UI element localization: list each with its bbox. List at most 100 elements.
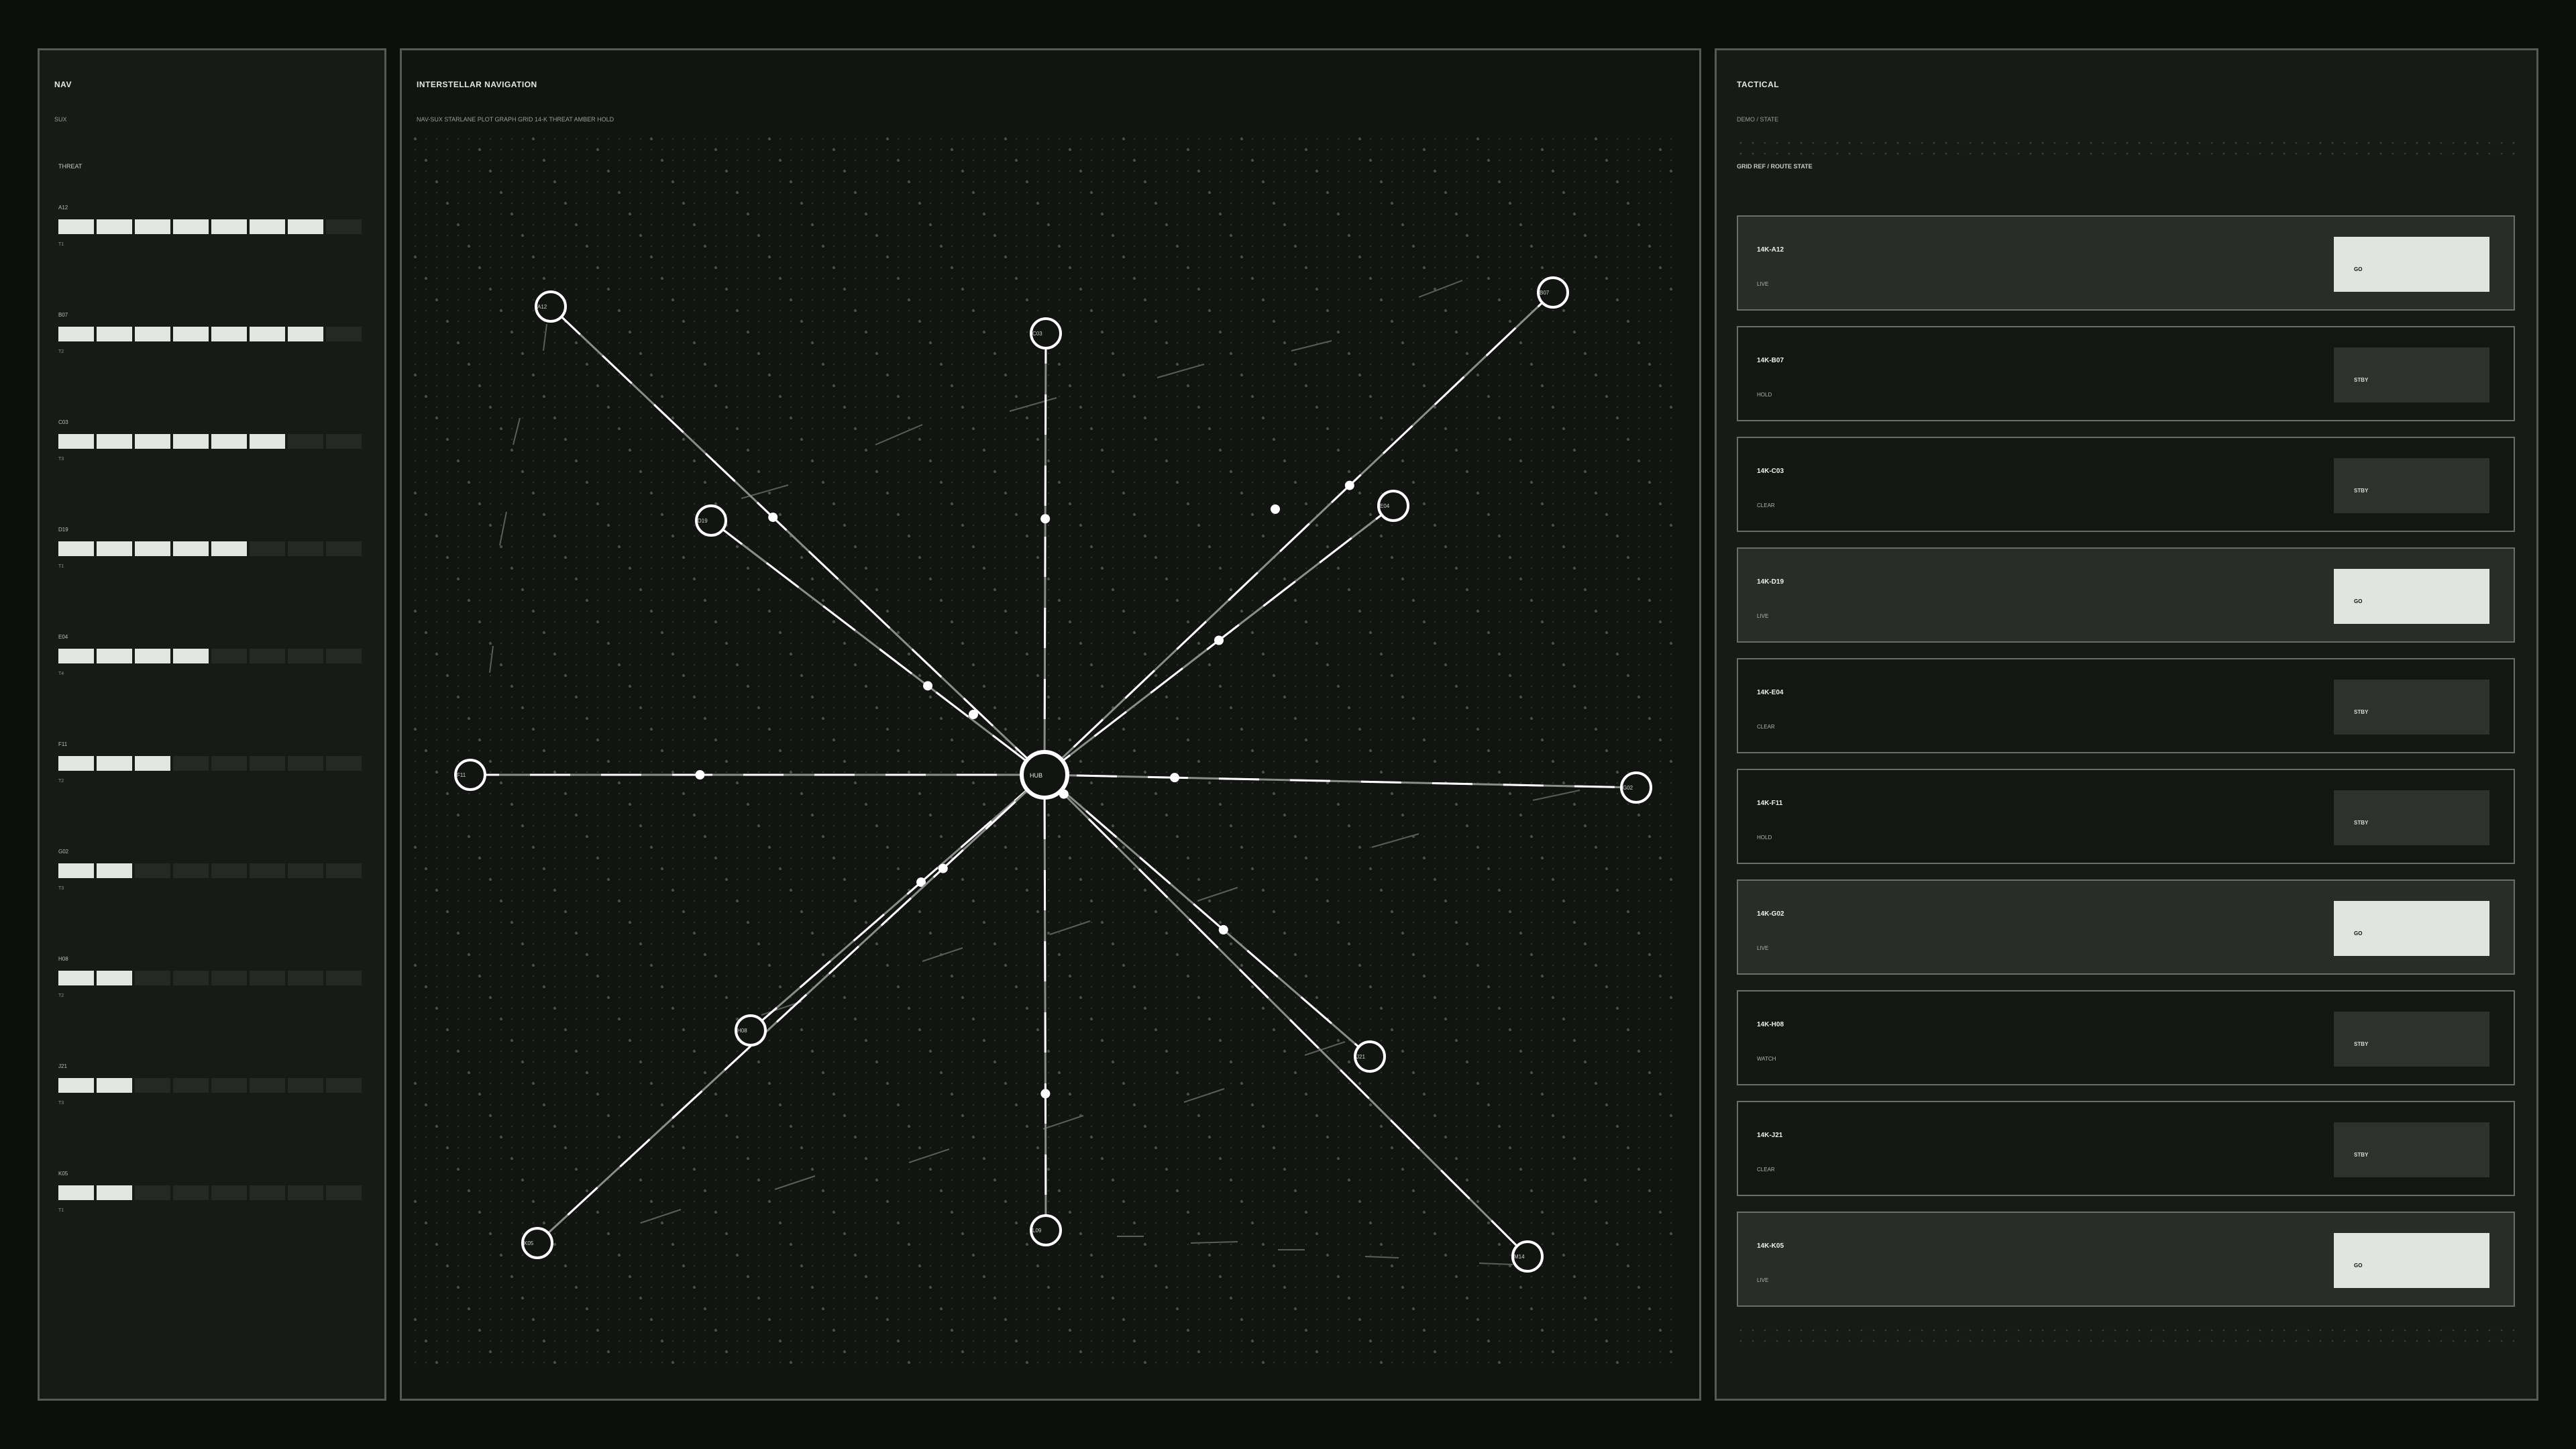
go-button[interactable]: GO: [2334, 237, 2489, 292]
debris-streak: [922, 947, 963, 962]
debris-streak: [1183, 1088, 1225, 1103]
tactical-panel: TACTICAL DEMO / STATE GRID REF / ROUTE S…: [1715, 48, 2538, 1401]
standby-button[interactable]: STBY: [2334, 1012, 2489, 1067]
threat-meter-segment: [288, 219, 323, 234]
route-card[interactable]: 14K-B07 HOLD STBY: [1737, 326, 2515, 421]
route-status: LIVE: [1757, 613, 1769, 619]
threat-meter-segment: [58, 327, 94, 341]
navigation-subtitle: NAV-SUX STARLANE PLOT GRAPH GRID 14-K TH…: [417, 116, 614, 123]
threat-row[interactable]: A12 T1: [58, 205, 367, 252]
threat-row[interactable]: F11 T2: [58, 741, 367, 788]
route-id: 14K-D19: [1757, 578, 1784, 586]
starlane-graph[interactable]: A12 C03 B07 D19 E04 F11 G02 H08 J21 K05 L09 M14 HUB: [413, 136, 1687, 1391]
threat-row[interactable]: H08 T2: [58, 956, 367, 1003]
standby-button[interactable]: STBY: [2334, 458, 2489, 513]
threat-meter-segment: [326, 971, 362, 985]
standby-button[interactable]: STBY: [2334, 1122, 2489, 1177]
debris-streak: [875, 424, 923, 445]
hub-ring: [1020, 750, 1069, 800]
threat-meter-segment: [135, 327, 170, 341]
starlane: [750, 773, 1045, 1032]
threat-meter-segment: [250, 756, 285, 771]
star-node[interactable]: F11: [454, 759, 486, 791]
threat-row[interactable]: J21 T3: [58, 1063, 367, 1110]
threat-meter-segment: [58, 971, 94, 985]
threat-meter-segment: [250, 649, 285, 663]
route-card[interactable]: 14K-E04 CLEAR STBY: [1737, 658, 2515, 753]
threat-row[interactable]: E04 T4: [58, 634, 367, 681]
threat-meter-segment: [250, 1185, 285, 1200]
threat-row[interactable]: C03 T3: [58, 419, 367, 466]
star-node[interactable]: G02: [1620, 771, 1652, 804]
star-node[interactable]: A12: [535, 290, 567, 323]
standby-button[interactable]: STBY: [2334, 680, 2489, 735]
threat-row[interactable]: K05 T1: [58, 1171, 367, 1218]
route-card[interactable]: 14K-A12 LIVE GO: [1737, 215, 2515, 311]
debris-streak: [1190, 1241, 1238, 1244]
threat-row[interactable]: G02 T3: [58, 849, 367, 896]
threat-meter-segment: [135, 756, 170, 771]
go-button[interactable]: GO: [2334, 569, 2489, 624]
route-action-label: GO: [2354, 598, 2363, 604]
star-node-label: G02: [1623, 785, 1633, 791]
route-status: CLEAR: [1757, 1167, 1775, 1173]
threat-meter-segment: [250, 863, 285, 878]
star-node[interactable]: L09: [1030, 1214, 1062, 1246]
threat-level-meter: [58, 863, 362, 878]
threat-meter-segment: [211, 1078, 247, 1093]
threat-tier: T4: [58, 672, 64, 676]
threat-meter-segment: [288, 863, 323, 878]
star-node[interactable]: J21: [1354, 1040, 1386, 1073]
route-section-label: GRID REF / ROUTE STATE: [1737, 163, 1813, 170]
star-node[interactable]: E04: [1377, 490, 1409, 522]
threat-section-label: THREAT: [58, 163, 83, 170]
threat-tier: T2: [58, 779, 64, 784]
navigation-panel: INTERSTELLAR NAVIGATION NAV-SUX STARLANE…: [400, 48, 1701, 1401]
route-card[interactable]: 14K-C03 CLEAR STBY: [1737, 437, 2515, 532]
standby-button[interactable]: STBY: [2334, 790, 2489, 845]
debris-streak: [1157, 364, 1205, 378]
star-node[interactable]: H08: [735, 1014, 767, 1046]
threat-meter-segment: [173, 863, 209, 878]
star-node-label: M14: [1514, 1254, 1525, 1260]
star-node[interactable]: B07: [1537, 276, 1569, 309]
threat-tier: T2: [58, 350, 64, 354]
debris-streak: [1364, 1256, 1399, 1258]
hub-label: HUB: [1030, 772, 1042, 779]
star-node[interactable]: D19: [695, 504, 727, 537]
debris-streak: [908, 1148, 950, 1163]
debris-streak: [741, 484, 789, 499]
route-action-label: STBY: [2354, 377, 2369, 383]
route-id: 14K-H08: [1757, 1021, 1784, 1028]
threat-meter-segment: [288, 434, 323, 449]
route-status: WATCH: [1757, 1056, 1776, 1062]
star-node[interactable]: C03: [1030, 317, 1062, 350]
threat-tier: T2: [58, 994, 64, 998]
star-node[interactable]: K05: [521, 1227, 553, 1259]
threat-level-meter: [58, 434, 362, 449]
threat-meter-segment: [288, 1185, 323, 1200]
threat-meter-segment: [58, 1078, 94, 1093]
go-button[interactable]: GO: [2334, 1233, 2489, 1288]
threat-meter-segment: [326, 327, 362, 341]
route-id: 14K-J21: [1757, 1132, 1783, 1139]
route-card[interactable]: 14K-K05 LIVE GO: [1737, 1212, 2515, 1307]
route-card[interactable]: 14K-D19 LIVE GO: [1737, 547, 2515, 643]
threat-row[interactable]: B07 T2: [58, 312, 367, 359]
threat-row[interactable]: D19 T1: [58, 527, 367, 574]
route-card[interactable]: 14K-H08 WATCH STBY: [1737, 990, 2515, 1085]
standby-button[interactable]: STBY: [2334, 347, 2489, 402]
dot-strip-top: [1739, 142, 2515, 155]
hub-node[interactable]: HUB: [1020, 750, 1069, 800]
debris-streak: [1197, 887, 1238, 902]
route-card[interactable]: 14K-F11 HOLD STBY: [1737, 769, 2515, 864]
star-node[interactable]: M14: [1511, 1240, 1544, 1273]
go-button[interactable]: GO: [2334, 901, 2489, 956]
route-card[interactable]: 14K-J21 CLEAR STBY: [1737, 1101, 2515, 1196]
debris-streak: [1532, 790, 1580, 801]
threat-meter-segment: [135, 863, 170, 878]
tactical-subtitle: DEMO / STATE: [1737, 116, 1779, 123]
route-card[interactable]: 14K-G02 LIVE GO: [1737, 879, 2515, 975]
dot-strip-bottom: [1739, 1329, 2515, 1342]
threat-meter-segment: [326, 756, 362, 771]
